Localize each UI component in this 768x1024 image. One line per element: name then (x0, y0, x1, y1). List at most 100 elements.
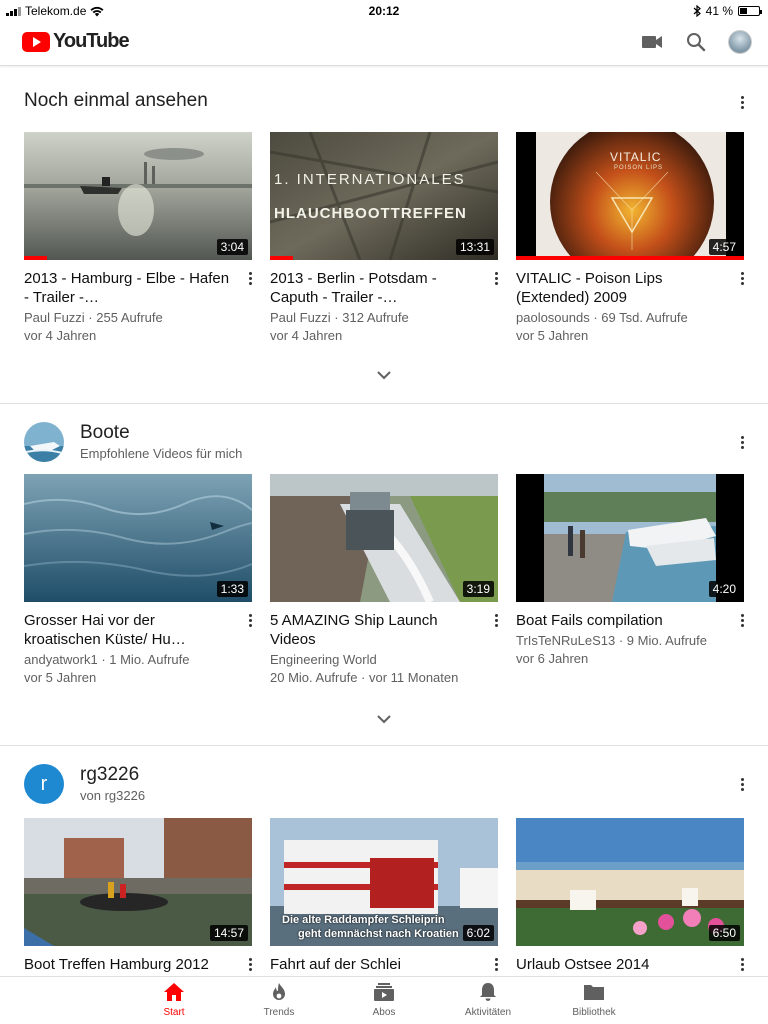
video-title[interactable]: 2013 - Hamburg - Elbe - Hafen - Trailer … (24, 269, 234, 307)
video-camera-icon (642, 36, 662, 48)
video-age: vor 6 Jahren (516, 651, 589, 666)
thumbnail-caption-line-1: Die alte Raddampfer Schleiprin (282, 914, 445, 926)
bluetooth-icon (693, 5, 701, 17)
video-card[interactable]: VITALIC POISON LIPS 4:57 VITALIC - Poiso… (516, 132, 744, 343)
video-thumbnail[interactable]: 1. INTERNATIONALES HLAUCHBOOTTREFFEN 13:… (270, 132, 498, 260)
shelf-rg3226: r rg3226 von rg3226 14:57 Boot Treffen H… (0, 746, 768, 976)
upload-video-button[interactable] (640, 30, 664, 54)
shelf-boote: Boote Empfohlene Videos für mich 1:33 Gr… (0, 404, 768, 746)
video-title[interactable]: Boot Treffen Hamburg 2012 (24, 955, 234, 974)
video-duration: 3:19 (462, 581, 494, 597)
video-channel[interactable]: Engineering World (270, 651, 498, 669)
subscriptions-icon (374, 983, 394, 1001)
shelf-menu-button[interactable] (732, 432, 752, 452)
youtube-play-logo-icon (22, 31, 50, 52)
shelf-title[interactable]: rg3226 (80, 764, 139, 786)
video-duration: 3:04 (216, 239, 248, 255)
home-icon (164, 983, 184, 1001)
search-button[interactable] (684, 30, 708, 54)
video-card[interactable]: 6:50 Urlaub Ostsee 2014 (516, 818, 744, 973)
shelf-watch-again: Noch einmal ansehen 3:04 2013 - Hamburg … (0, 68, 768, 404)
account-avatar[interactable] (728, 30, 752, 54)
shelf-subtitle: von rg3226 (80, 788, 146, 803)
nav-activity[interactable]: Aktivitäten (448, 981, 528, 1018)
folder-icon (584, 985, 604, 1000)
video-card[interactable]: 1:33 Grosser Hai vor der kroatischen Küs… (24, 474, 252, 685)
video-title[interactable]: 2013 - Berlin - Potsdam - Caputh - Trail… (270, 269, 480, 307)
video-menu-button[interactable] (732, 610, 752, 630)
nav-label: Aktivitäten (464, 1007, 512, 1018)
video-thumbnail[interactable]: 1:33 (24, 474, 252, 602)
video-duration: 1:33 (216, 581, 248, 597)
video-card[interactable]: 4:20 Boat Fails compilation TrIsTeNRuLeS… (516, 474, 744, 666)
boat-avatar-image (24, 422, 64, 462)
clock: 20:12 (368, 4, 400, 18)
video-channel-views[interactable]: paolosounds · 69 Tsd. Aufrufe (516, 309, 744, 327)
video-thumbnail[interactable]: 3:19 (270, 474, 498, 602)
video-title[interactable]: Boat Fails compilation (516, 611, 726, 630)
video-views-age: 20 Mio. Aufrufe · vor 11 Monaten (270, 670, 459, 685)
video-title[interactable]: Urlaub Ostsee 2014 (516, 955, 726, 974)
video-card[interactable]: 3:04 2013 - Hamburg - Elbe - Hafen - Tra… (24, 132, 252, 343)
video-age: vor 4 Jahren (24, 328, 97, 343)
video-menu-button[interactable] (486, 954, 506, 974)
chevron-down-icon (377, 370, 391, 379)
expand-shelf-button[interactable] (374, 712, 394, 726)
bell-icon (480, 983, 496, 1001)
video-card[interactable]: 1. INTERNATIONALES HLAUCHBOOTTREFFEN 13:… (270, 132, 498, 343)
youtube-logo[interactable]: YouTube (22, 30, 130, 53)
video-menu-button[interactable] (486, 268, 506, 288)
video-menu-button[interactable] (240, 610, 260, 630)
shelf-subtitle: Empfohlene Videos für mich (80, 446, 243, 461)
logo-text: YouTube (53, 30, 130, 52)
watch-progress-bar (270, 256, 293, 260)
nav-home[interactable]: Start (134, 981, 214, 1018)
video-channel-views[interactable]: TrIsTeNRuLeS13 · 9 Mio. Aufrufe (516, 632, 744, 650)
nav-label: Bibliothek (572, 1007, 616, 1018)
video-channel-views[interactable]: Paul Fuzzi · 312 Aufrufe (270, 309, 498, 327)
video-thumbnail[interactable]: 3:04 (24, 132, 252, 260)
home-feed[interactable]: Noch einmal ansehen 3:04 2013 - Hamburg … (0, 68, 768, 976)
nav-label: Abos (372, 1007, 396, 1018)
nav-label: Start (163, 1007, 185, 1018)
status-bar: Telekom.de 20:12 41 % (0, 0, 768, 22)
video-age: vor 5 Jahren (24, 670, 97, 685)
video-card[interactable]: Die alte Raddampfer Schleiprin geht demn… (270, 818, 498, 973)
video-title[interactable]: Fahrt auf der Schlei (270, 955, 480, 974)
video-thumbnail[interactable]: 6:50 (516, 818, 744, 946)
video-duration: 14:57 (209, 925, 248, 941)
nav-library[interactable]: Bibliothek (554, 981, 634, 1018)
shelf-title[interactable]: Boote (80, 422, 130, 444)
video-title[interactable]: 5 AMAZING Ship Launch Videos (270, 611, 480, 649)
video-thumbnail[interactable]: Die alte Raddampfer Schleiprin geht demn… (270, 818, 498, 946)
thumbnail-subtext: POISON LIPS (614, 165, 664, 171)
video-menu-button[interactable] (732, 268, 752, 288)
video-title[interactable]: Grosser Hai vor der kroatischen Küste/ H… (24, 611, 234, 649)
video-channel-views[interactable]: andyatwork1 · 1 Mio. Aufrufe (24, 651, 252, 669)
channel-avatar[interactable]: r (24, 764, 64, 804)
svg-text:HLAUCHBOOTTREFFEN: HLAUCHBOOTTREFFEN (274, 205, 467, 222)
shelf-menu-button[interactable] (732, 774, 752, 794)
video-card[interactable]: 3:19 5 AMAZING Ship Launch Videos Engine… (270, 474, 498, 685)
video-card[interactable]: 14:57 Boot Treffen Hamburg 2012 (24, 818, 252, 973)
bottom-navigation: Start Trends Abos Aktivitäten Bibliothek (0, 976, 768, 1024)
video-duration: 6:02 (462, 925, 494, 941)
video-title[interactable]: VITALIC - Poison Lips (Extended) 2009 (516, 269, 726, 307)
video-menu-button[interactable] (732, 954, 752, 974)
video-menu-button[interactable] (240, 954, 260, 974)
shelf-menu-button[interactable] (732, 92, 752, 112)
video-menu-button[interactable] (486, 610, 506, 630)
video-thumbnail[interactable]: 14:57 (24, 818, 252, 946)
nav-subscriptions[interactable]: Abos (344, 981, 424, 1018)
watch-progress-bar (516, 256, 744, 260)
video-channel-views[interactable]: Paul Fuzzi · 255 Aufrufe (24, 309, 252, 327)
shelf-avatar[interactable] (24, 422, 64, 462)
video-duration: 13:31 (455, 239, 494, 255)
video-thumbnail[interactable]: 4:20 (516, 474, 744, 602)
video-menu-button[interactable] (240, 268, 260, 288)
expand-shelf-button[interactable] (374, 368, 394, 382)
video-age: vor 4 Jahren (270, 328, 343, 343)
nav-label: Trends (263, 1007, 295, 1018)
nav-trends[interactable]: Trends (239, 981, 319, 1018)
video-thumbnail[interactable]: VITALIC POISON LIPS 4:57 (516, 132, 744, 260)
